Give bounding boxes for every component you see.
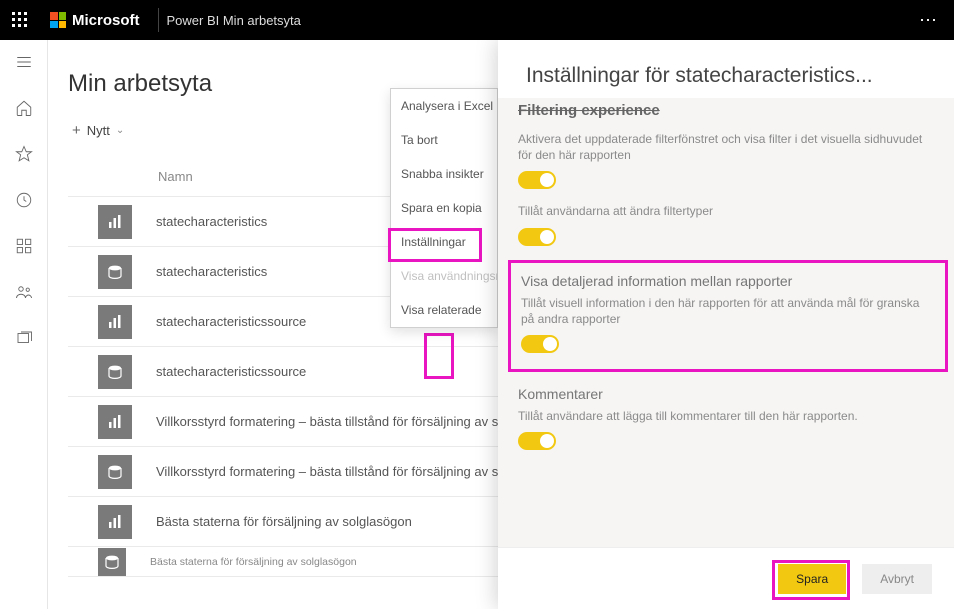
nav-rail — [0, 40, 48, 609]
plus-icon: + — [72, 122, 81, 139]
new-button[interactable]: + Nytt ⌄ — [68, 118, 128, 143]
report-icon — [98, 305, 132, 339]
apps-icon — [15, 237, 33, 255]
report-icon — [98, 405, 132, 439]
nav-apps[interactable] — [4, 230, 44, 262]
settings-panel: Inställningar för statecharacteristics..… — [498, 40, 954, 609]
microsoft-logo-icon — [50, 12, 66, 28]
menu-save-copy[interactable]: Spara en kopia — [391, 191, 497, 225]
section-comments-desc: Tillåt användare att lägga till kommenta… — [518, 408, 934, 424]
header-more-button[interactable]: ⋯ — [904, 10, 954, 31]
section-filtering-title: Filtering experience — [518, 98, 934, 125]
menu-view-related[interactable]: Visa relaterade — [391, 293, 497, 327]
cancel-button[interactable]: Avbryt — [862, 564, 932, 594]
toggle-cross-report-drill[interactable] — [521, 335, 559, 353]
section-cross-report-title: Visa detaljerad information mellan rappo… — [521, 273, 935, 289]
nav-home[interactable] — [4, 92, 44, 124]
people-icon — [15, 283, 33, 301]
section-filtering-sub2: Tillåt användarna att ändra filtertyper — [518, 203, 934, 219]
new-button-label: Nytt — [87, 123, 110, 138]
menu-usage-metrics[interactable]: Visa användningsmätningar — [391, 259, 497, 293]
global-header: Microsoft Power BI Min arbetsyta ⋯ — [0, 0, 954, 40]
section-comments-title: Kommentarer — [518, 386, 934, 402]
stack-icon — [15, 329, 33, 347]
toggle-change-filter-types[interactable] — [518, 228, 556, 246]
report-icon — [98, 505, 132, 539]
menu-delete[interactable]: Ta bort — [391, 123, 497, 157]
section-filtering-desc: Aktivera det uppdaterade filterfönstret … — [518, 131, 934, 163]
toggle-updated-filter[interactable] — [518, 171, 556, 189]
dataset-icon — [98, 548, 126, 576]
save-button[interactable]: Spara — [778, 564, 846, 594]
microsoft-logo-text: Microsoft — [72, 12, 140, 29]
chevron-down-icon: ⌄ — [116, 125, 124, 136]
waffle-icon — [12, 12, 28, 28]
dataset-icon — [98, 455, 132, 489]
microsoft-logo: Microsoft — [40, 12, 150, 29]
app-launcher-button[interactable] — [0, 0, 40, 40]
nav-recent[interactable] — [4, 184, 44, 216]
nav-collapse-button[interactable] — [4, 46, 44, 78]
panel-title: Inställningar för statecharacteristics..… — [498, 40, 954, 98]
star-icon — [15, 145, 33, 163]
clock-icon — [15, 191, 33, 209]
report-icon — [98, 205, 132, 239]
dataset-icon — [98, 355, 132, 389]
dataset-icon — [98, 255, 132, 289]
menu-analyze-excel[interactable]: Analysera i Excel — [391, 89, 497, 123]
menu-quick-insights[interactable]: Snabba insikter — [391, 157, 497, 191]
annotation-highlight-section: Visa detaljerad information mellan rappo… — [508, 260, 948, 372]
panel-footer: Spara Avbryt — [498, 547, 954, 609]
nav-favorites[interactable] — [4, 138, 44, 170]
col-name-header: Namn — [158, 169, 193, 184]
section-cross-report-desc: Tillåt visuell information i den här rap… — [521, 295, 935, 327]
toggle-comments[interactable] — [518, 432, 556, 450]
hamburger-icon — [15, 53, 33, 71]
nav-workspaces[interactable] — [4, 322, 44, 354]
app-title: Power BI Min arbetsyta — [167, 13, 301, 28]
home-icon — [15, 99, 33, 117]
vertical-divider — [158, 8, 159, 32]
nav-shared[interactable] — [4, 276, 44, 308]
panel-body: Filtering experience Aktivera det uppdat… — [498, 98, 954, 547]
context-menu: Analysera i Excel Ta bort Snabba insikte… — [390, 88, 498, 328]
menu-settings[interactable]: Inställningar — [391, 225, 497, 259]
